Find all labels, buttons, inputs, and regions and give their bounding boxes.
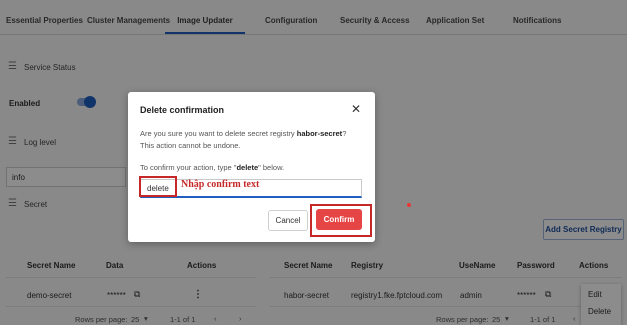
annotation-confirm-box [310,204,372,237]
secret-name-highlight: habor-secret [296,129,343,138]
message-suffix: ? [342,129,347,138]
undone-text: This action cannot be undone. [140,141,241,150]
annotation-input-box [139,176,177,197]
cancel-button[interactable]: Cancel [268,210,308,231]
instruction-prefix: To confirm your action, type " [140,163,237,172]
message-prefix: Are you sure you want to delete secret r… [140,129,297,138]
instruction-suffix: " below. [258,163,285,172]
dialog-message: Are you sure you want to delete secret r… [140,128,362,152]
red-dot-marker [407,203,411,207]
close-icon[interactable]: ✕ [351,102,361,116]
instruction-keyword: delete [236,163,259,172]
dialog-title: Delete confirmation [140,105,225,115]
annotation-text: Nhập confirm text [181,179,260,190]
dialog-instruction: To confirm your action, type "delete" be… [140,162,362,174]
